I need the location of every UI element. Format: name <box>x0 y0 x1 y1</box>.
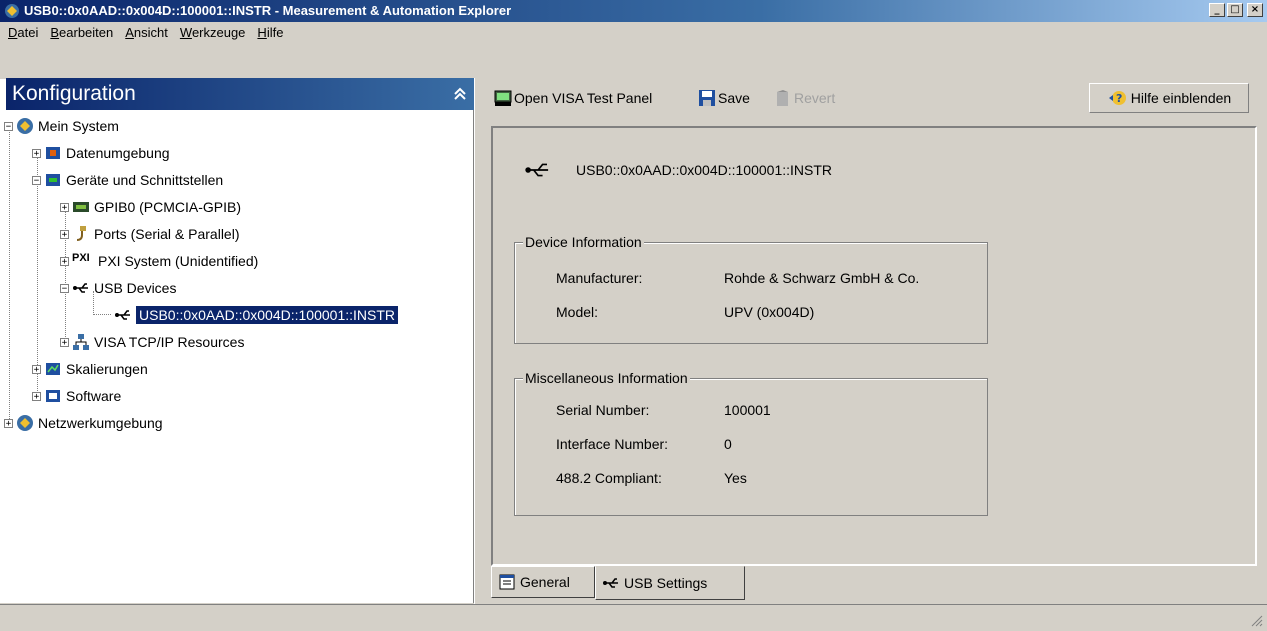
pane-splitter[interactable] <box>474 78 485 604</box>
collapse-toggle-icon[interactable]: − <box>32 175 41 185</box>
scales-icon <box>46 363 60 375</box>
config-header: Konfiguration <box>6 78 474 110</box>
tree-item-datenumgebung[interactable]: + Datenumgebung <box>32 140 170 166</box>
data-icon <box>46 147 60 159</box>
menu-bearbeiten[interactable]: Bearbeiten <box>44 25 119 40</box>
misc-information-legend: Miscellaneous Information <box>523 370 690 386</box>
visa-panel-icon <box>494 90 512 106</box>
tree-item-software[interactable]: + Software <box>32 383 121 409</box>
title-bar: USB0::0x0AAD::0x004D::100001::INSTR - Me… <box>0 0 1267 22</box>
usb-icon <box>73 283 88 293</box>
tree-item-usb-instr[interactable]: USB0::0x0AAD::0x004D::100001::INSTR <box>114 302 399 328</box>
model-value: UPV (0x004D) <box>724 304 815 320</box>
interface-number-label: Interface Number: <box>556 436 669 452</box>
revert-button[interactable]: Revert <box>774 89 835 107</box>
manufacturer-label: Manufacturer: <box>556 270 643 286</box>
tab-usb-settings[interactable]: USB Settings <box>595 566 745 600</box>
tab-general[interactable]: General <box>491 566 595 598</box>
expand-toggle-icon[interactable]: + <box>60 202 69 212</box>
resize-grip-icon[interactable] <box>1251 615 1263 627</box>
show-help-button[interactable]: ? Hilfe einblenden <box>1089 83 1249 113</box>
config-header-title: Konfiguration <box>12 82 136 105</box>
software-icon <box>46 390 60 402</box>
open-visa-test-panel-button[interactable]: Open VISA Test Panel <box>494 89 652 107</box>
app-icon <box>5 4 19 18</box>
properties-icon <box>499 574 515 590</box>
menu-datei[interactable]: Datei <box>2 25 44 40</box>
tree-item-pxi[interactable]: + PXI PXI System (Unidentified) <box>60 248 258 274</box>
collapse-toggle-icon[interactable]: − <box>4 121 13 131</box>
tree-item-skalierungen[interactable]: + Skalierungen <box>32 356 148 382</box>
expand-toggle-icon[interactable]: + <box>4 418 13 428</box>
device-header: USB0::0x0AAD::0x004D::100001::INSTR <box>520 160 832 180</box>
toolbar: Open VISA Test Panel Save Revert ? Hilfe… <box>484 79 1267 117</box>
usb-icon <box>525 163 549 177</box>
network-icon <box>73 334 89 350</box>
gpib-icon <box>73 202 89 212</box>
save-icon <box>699 90 715 106</box>
expand-toggle-icon[interactable]: + <box>60 337 69 347</box>
menu-ansicht[interactable]: Ansicht <box>119 25 174 40</box>
menu-hilfe[interactable]: Hilfe <box>251 25 289 40</box>
device-information-group <box>514 242 988 344</box>
system-icon <box>17 415 33 431</box>
expand-toggle-icon[interactable]: + <box>32 364 41 374</box>
collapse-toggle-icon[interactable]: − <box>60 283 69 293</box>
system-icon <box>17 118 33 134</box>
menu-werkzeuge[interactable]: Werkzeuge <box>174 25 252 40</box>
compliant-label: 488.2 Compliant: <box>556 470 662 486</box>
tree-item-gpib0[interactable]: + GPIB0 (PCMCIA-GPIB) <box>60 194 241 220</box>
device-resource-name: USB0::0x0AAD::0x004D::100001::INSTR <box>576 162 833 178</box>
close-button[interactable]: × <box>1247 3 1263 17</box>
maximize-button[interactable]: □ <box>1227 3 1243 17</box>
port-icon <box>76 226 86 241</box>
help-icon: ? <box>1108 91 1126 105</box>
minimize-button[interactable]: _ <box>1209 3 1225 17</box>
tree-item-usb-devices[interactable]: − USB Devices <box>60 275 176 301</box>
tree-item-mein-system[interactable]: − Mein System <box>4 113 119 139</box>
tree-item-geraete[interactable]: − Geräte und Schnittstellen <box>32 167 223 193</box>
save-button[interactable]: Save <box>698 89 750 107</box>
serial-number-value: 100001 <box>724 402 771 418</box>
devices-icon <box>46 174 60 186</box>
window-title: USB0::0x0AAD::0x004D::100001::INSTR - Me… <box>24 3 512 18</box>
tree-item-netzwerk[interactable]: + Netzwerkumgebung <box>4 410 163 436</box>
status-bar <box>0 604 1267 631</box>
interface-number-value: 0 <box>724 436 732 452</box>
menu-bar: Datei Bearbeiten Ansicht Werkzeuge Hilfe <box>0 22 1267 43</box>
svg-text:?: ? <box>1116 92 1122 105</box>
usb-icon <box>603 578 618 588</box>
collapse-icon[interactable] <box>452 86 468 102</box>
expand-toggle-icon[interactable]: + <box>32 391 41 401</box>
manufacturer-value: Rohde & Schwarz GmbH & Co. <box>724 270 920 286</box>
expand-toggle-icon[interactable]: + <box>60 256 69 266</box>
tree-item-ports[interactable]: + Ports (Serial & Parallel) <box>60 221 240 247</box>
serial-number-label: Serial Number: <box>556 402 650 418</box>
expand-toggle-icon[interactable]: + <box>60 229 69 239</box>
model-label: Model: <box>556 304 599 320</box>
revert-icon <box>777 90 788 106</box>
device-information-legend: Device Information <box>523 234 644 250</box>
expand-toggle-icon[interactable]: + <box>32 148 41 158</box>
compliant-value: Yes <box>724 470 747 486</box>
pxi-icon: PXI <box>72 252 90 264</box>
usb-icon <box>115 310 130 320</box>
tree-item-visa-tcpip[interactable]: + VISA TCP/IP Resources <box>60 329 244 355</box>
